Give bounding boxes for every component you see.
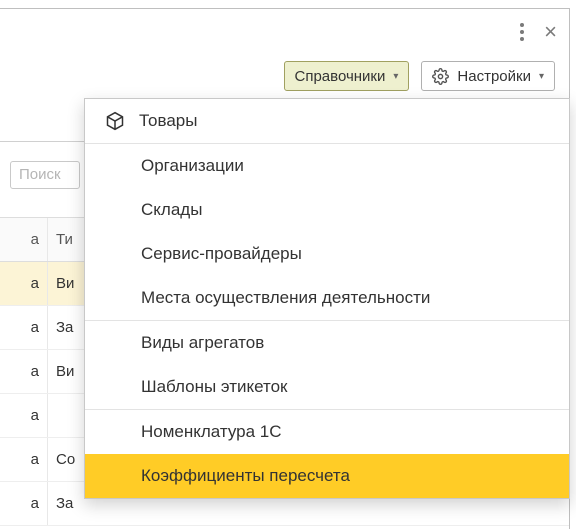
menu-group: Виды агрегатов Шаблоны этикеток [85, 320, 569, 409]
menu-item[interactable]: Виды агрегатов [85, 321, 569, 365]
references-label: Справочники [295, 68, 386, 85]
menu-item[interactable]: Склады [85, 188, 569, 232]
kebab-menu-icon[interactable] [520, 23, 524, 41]
search-input[interactable]: Поиск [10, 161, 80, 189]
menu-group: Организации Склады Сервис-провайдеры Места … [85, 143, 569, 320]
table-header-cell[interactable]: а [0, 218, 48, 261]
table-cell: а [0, 350, 48, 393]
chevron-down-icon: ▾ [393, 71, 398, 82]
table-cell: а [0, 482, 48, 525]
menu-item[interactable]: Организации [85, 144, 569, 188]
chevron-down-icon: ▾ [539, 71, 544, 82]
menu-item[interactable]: Товары [85, 99, 569, 143]
menu-item-label: Склады [141, 200, 202, 220]
menu-item[interactable]: Сервис-провайдеры [85, 232, 569, 276]
cube-icon [105, 111, 125, 131]
table-cell: а [0, 394, 48, 437]
titlebar: × [0, 9, 569, 55]
menu-item-label: Шаблоны этикеток [141, 377, 288, 397]
references-dropdown-button[interactable]: Справочники ▾ [284, 61, 410, 91]
gear-icon [432, 68, 449, 85]
menu-item[interactable]: Номенклатура 1С [85, 410, 569, 454]
menu-group: Номенклатура 1С Коэффициенты пересчета [85, 409, 569, 498]
close-icon[interactable]: × [544, 21, 557, 43]
menu-item-label: Товары [139, 111, 197, 131]
menu-group: Товары [85, 99, 569, 143]
menu-item[interactable]: Шаблоны этикеток [85, 365, 569, 409]
menu-item[interactable]: Коэффициенты пересчета [85, 454, 569, 498]
menu-item-label: Сервис-провайдеры [141, 244, 302, 264]
references-dropdown-menu: Товары Организации Склады Сервис-провайдеры… [84, 98, 570, 499]
menu-item-label: Номенклатура 1С [141, 422, 282, 442]
settings-label: Настройки [457, 68, 531, 85]
table-cell: а [0, 438, 48, 481]
menu-item-label: Места осуществления деятельности [141, 288, 430, 308]
table-cell: а [0, 262, 48, 305]
menu-item-label: Коэффициенты пересчета [141, 466, 350, 486]
toolbar: Справочники ▾ Настройки ▾ [0, 55, 569, 103]
settings-dropdown-button[interactable]: Настройки ▾ [421, 61, 555, 91]
menu-item[interactable]: Места осуществления деятельности [85, 276, 569, 320]
table-cell: а [0, 306, 48, 349]
menu-item-label: Виды агрегатов [141, 333, 264, 353]
menu-item-label: Организации [141, 156, 244, 176]
